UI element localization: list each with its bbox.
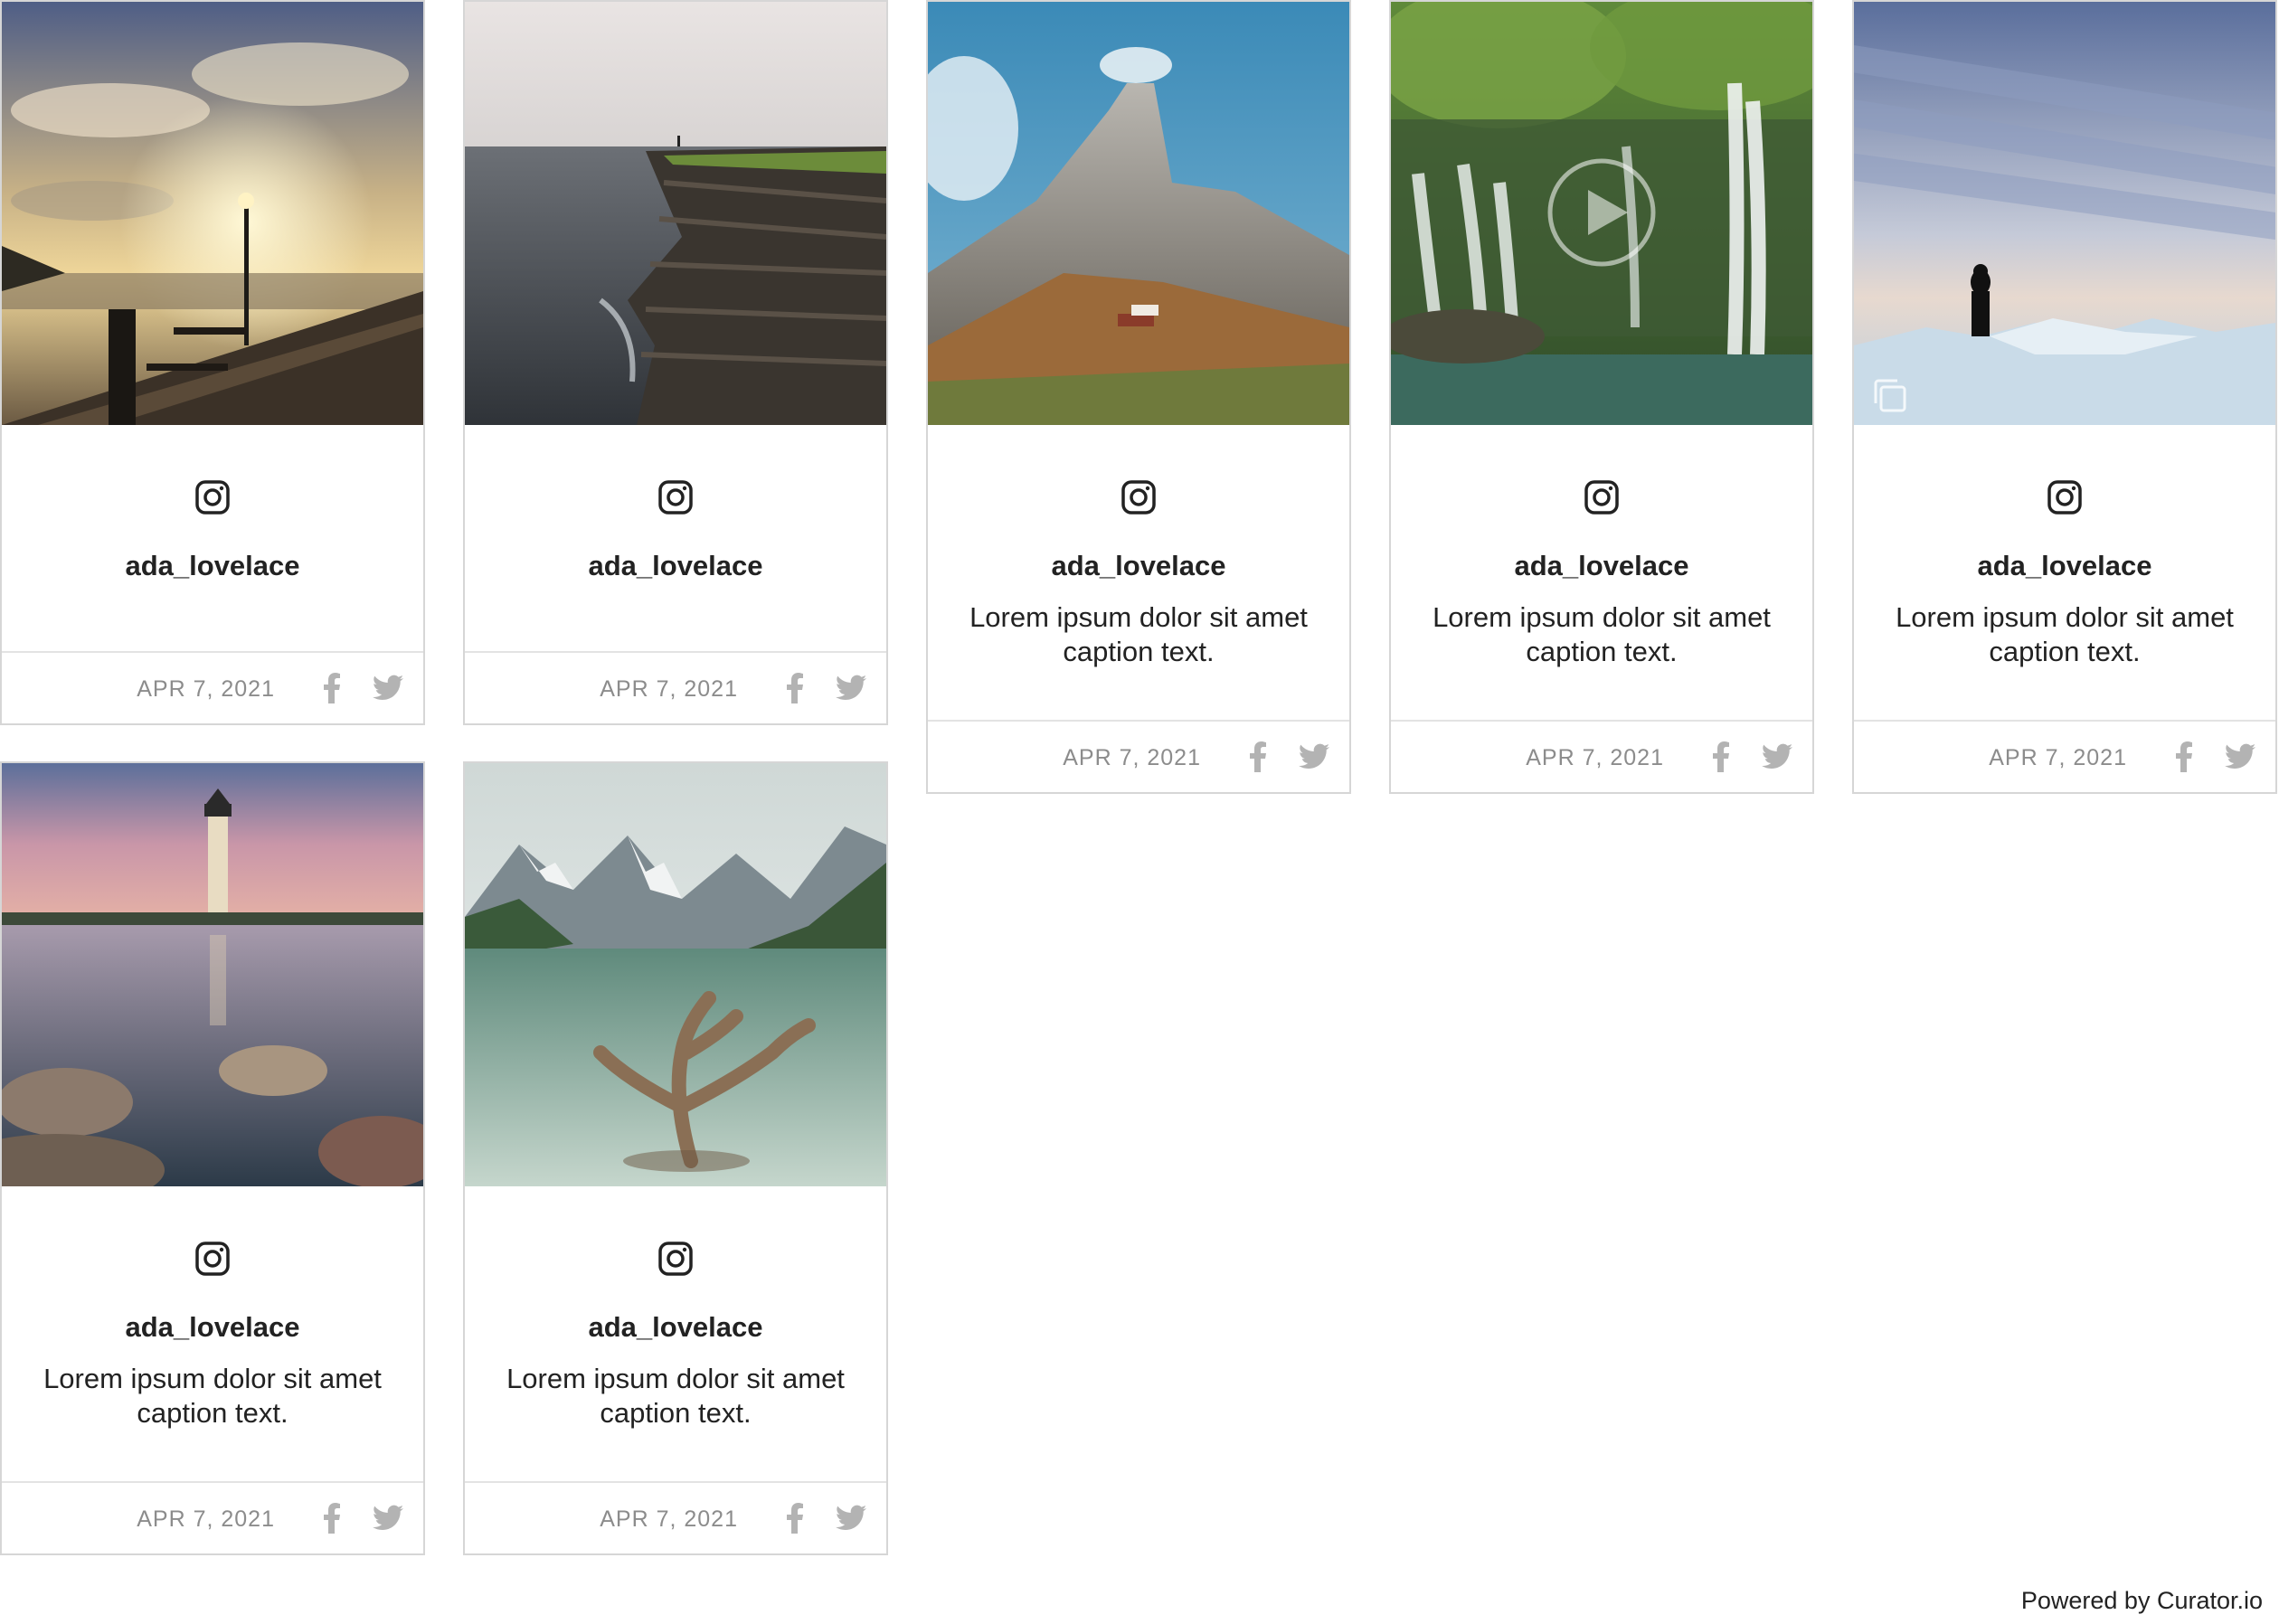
instagram-icon[interactable] (2047, 479, 2083, 515)
post-date[interactable]: APR 7, 2021 (1526, 745, 1664, 771)
post-caption: Lorem ipsum dolor sit amet caption text. (506, 1363, 845, 1429)
post-caption: Lorem ipsum dolor sit amet caption text. (1433, 601, 1771, 667)
post-username[interactable]: ada_lovelace (465, 550, 886, 582)
post-date[interactable]: APR 7, 2021 (1063, 745, 1201, 771)
twitter-icon[interactable] (836, 1505, 866, 1532)
facebook-icon[interactable] (322, 673, 342, 703)
post-footer: APR 7, 2021 (2, 651, 423, 723)
instagram-icon[interactable] (657, 479, 694, 515)
twitter-icon[interactable] (373, 675, 403, 702)
facebook-icon[interactable] (1248, 741, 1268, 772)
post-username[interactable]: ada_lovelace (2, 550, 423, 582)
post-date[interactable]: APR 7, 2021 (1989, 745, 2127, 771)
facebook-icon[interactable] (1711, 741, 1731, 772)
facebook-icon[interactable] (322, 1503, 342, 1534)
instagram-icon[interactable] (194, 479, 231, 515)
post-photo[interactable] (1854, 2, 2275, 425)
post-username[interactable]: ada_lovelace (2, 1311, 423, 1344)
post-footer: APR 7, 2021 (465, 651, 886, 723)
post-caption: Lorem ipsum dolor sit amet caption text. (1896, 601, 2234, 667)
post-card[interactable]: ada_lovelace Lorem ipsum dolor sit amet … (1852, 0, 2277, 794)
post-footer: APR 7, 2021 (2, 1481, 423, 1553)
post-photo[interactable] (2, 2, 423, 425)
twitter-icon[interactable] (373, 1505, 403, 1532)
facebook-icon[interactable] (2174, 741, 2194, 772)
instagram-icon[interactable] (1121, 479, 1157, 515)
twitter-icon[interactable] (836, 675, 866, 702)
post-username[interactable]: ada_lovelace (465, 1311, 886, 1344)
post-caption: Lorem ipsum dolor sit amet caption text. (969, 601, 1308, 667)
post-card[interactable]: ada_lovelace Lorem ipsum dolor sit amet … (926, 0, 1351, 794)
post-username[interactable]: ada_lovelace (1391, 550, 1812, 582)
instagram-icon[interactable] (1584, 479, 1620, 515)
instagram-icon[interactable] (657, 1241, 694, 1277)
post-caption: Lorem ipsum dolor sit amet caption text. (43, 1363, 382, 1429)
gallery-icon (1870, 376, 1908, 414)
post-photo[interactable] (928, 2, 1349, 425)
twitter-icon[interactable] (1762, 743, 1792, 770)
post-photo[interactable] (465, 763, 886, 1186)
facebook-icon[interactable] (785, 1503, 805, 1534)
post-footer: APR 7, 2021 (1391, 720, 1812, 792)
post-footer: APR 7, 2021 (1854, 720, 2275, 792)
post-username[interactable]: ada_lovelace (928, 550, 1349, 582)
post-photo[interactable] (1391, 2, 1812, 425)
powered-by-link[interactable]: Powered by Curator.io (2021, 1587, 2263, 1615)
post-photo[interactable] (465, 2, 886, 425)
instagram-icon[interactable] (194, 1241, 231, 1277)
post-username[interactable]: ada_lovelace (1854, 550, 2275, 582)
play-icon[interactable] (1546, 157, 1657, 268)
facebook-icon[interactable] (785, 673, 805, 703)
post-card[interactable]: ada_lovelace Lorem ipsum dolor sit amet … (463, 761, 888, 1555)
post-footer: APR 7, 2021 (465, 1481, 886, 1553)
twitter-icon[interactable] (1299, 743, 1329, 770)
post-card[interactable]: ada_lovelace APR 7, 2021 (0, 0, 425, 725)
post-date[interactable]: APR 7, 2021 (137, 676, 275, 703)
twitter-icon[interactable] (2225, 743, 2255, 770)
post-date[interactable]: APR 7, 2021 (600, 1506, 738, 1533)
post-footer: APR 7, 2021 (928, 720, 1349, 792)
post-photo[interactable] (2, 763, 423, 1186)
post-card[interactable]: ada_lovelace Lorem ipsum dolor sit amet … (0, 761, 425, 1555)
post-card[interactable]: ada_lovelace Lorem ipsum dolor sit amet … (1389, 0, 1814, 794)
post-card[interactable]: ada_lovelace APR 7, 2021 (463, 0, 888, 725)
post-date[interactable]: APR 7, 2021 (600, 676, 738, 703)
post-date[interactable]: APR 7, 2021 (137, 1506, 275, 1533)
